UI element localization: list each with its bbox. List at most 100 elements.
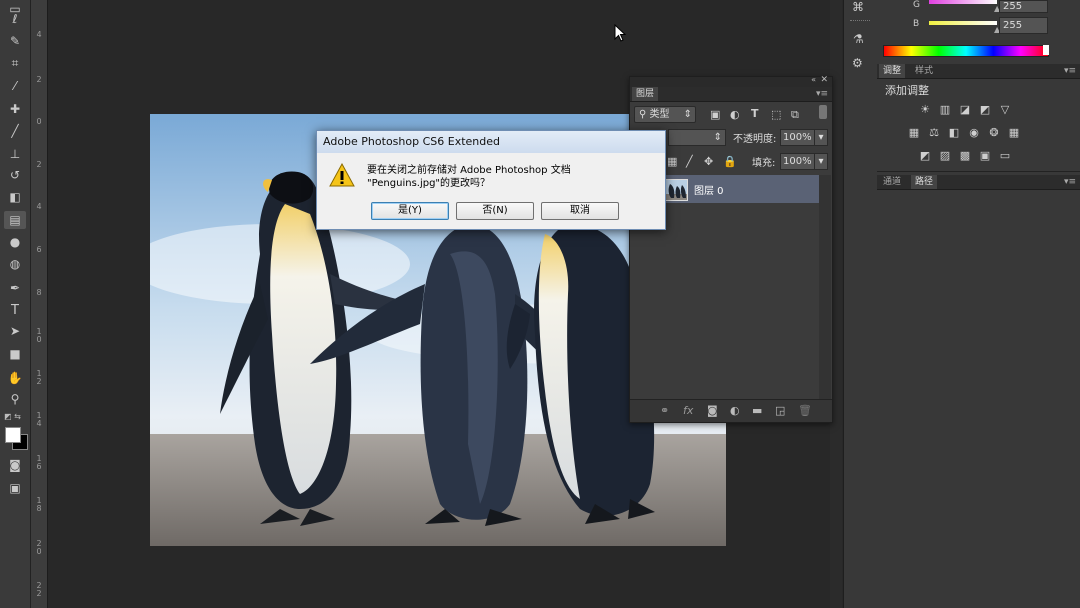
filter-type-icon[interactable]: T xyxy=(751,107,759,120)
ruler-tick: 1 8 xyxy=(36,496,42,513)
filter-toggle[interactable] xyxy=(819,105,827,119)
panel-menu-icon[interactable]: ▾≡ xyxy=(816,87,828,101)
panel-menu-icon[interactable]: ▾≡ xyxy=(1064,175,1076,189)
color-lookup-icon[interactable]: ▦ xyxy=(1007,127,1021,139)
green-slider-track[interactable] xyxy=(929,0,997,4)
white-swatch[interactable] xyxy=(1043,45,1049,55)
gradient-map-icon[interactable]: ▣ xyxy=(978,150,992,162)
shape-icon[interactable]: ■ xyxy=(4,345,26,363)
pen-icon[interactable]: ✒ xyxy=(4,279,26,297)
dialog-title: Adobe Photoshop CS6 Extended xyxy=(317,131,665,153)
ruler-tick: 8 xyxy=(36,288,42,297)
layers-footer: ⚭ fx ◙ ◐ ▬ ◲ 🗑 xyxy=(630,399,832,422)
link-layers-icon[interactable]: ⚭ xyxy=(660,404,669,417)
zoom-icon[interactable]: ⚲ xyxy=(4,390,26,408)
filter-shape-icon[interactable]: ⬚ xyxy=(771,108,781,121)
tools-panel: ▭ ℓ ✎ ⌗ ⁄ ✚ ╱ ⊥ ↺ ◧ ▤ ● ◍ ✒ T ➤ ■ ✋ ⚲ ◩ … xyxy=(0,0,31,608)
opacity-dropdown[interactable]: ▾ xyxy=(814,129,828,146)
tab-styles[interactable]: 样式 xyxy=(911,64,937,78)
selective-color-icon[interactable]: ▭ xyxy=(998,150,1012,162)
gradient-icon[interactable]: ▤ xyxy=(4,211,26,229)
new-layer-icon[interactable]: ◲ xyxy=(775,404,785,417)
path-select-icon[interactable]: ➤ xyxy=(4,322,26,340)
hand-icon[interactable]: ✋ xyxy=(4,369,26,387)
crop-icon[interactable]: ⌗ xyxy=(4,54,26,72)
tab-layers[interactable]: 图层 xyxy=(632,87,659,101)
lock-all-icon[interactable]: 🔒 xyxy=(723,155,737,168)
blend-mode-select[interactable]: ⇕ xyxy=(668,129,726,146)
panel-grip[interactable]: « ✕ xyxy=(630,75,832,87)
fill-dropdown[interactable]: ▾ xyxy=(814,153,828,170)
close-icon[interactable]: ✕ xyxy=(820,75,828,85)
quick-mask-icon[interactable]: ◙ xyxy=(4,456,26,474)
default-colors-icon[interactable]: ◩ ⇆ xyxy=(4,412,21,421)
blue-slider-track[interactable] xyxy=(929,21,997,25)
mouse-cursor-icon xyxy=(614,23,627,45)
black-white-icon[interactable]: ◧ xyxy=(947,127,961,139)
brush-presets-icon[interactable]: ⚗ xyxy=(853,32,864,46)
lasso-icon[interactable]: ℓ xyxy=(4,10,26,28)
hue-saturation-icon[interactable]: ▦ xyxy=(907,127,921,139)
opacity-field[interactable]: 100% xyxy=(780,129,816,146)
foreground-color-swatch[interactable] xyxy=(5,427,21,443)
collapse-icon[interactable]: « xyxy=(811,75,816,84)
brightness-contrast-icon[interactable]: ☀ xyxy=(918,104,932,116)
posterize-icon[interactable]: ▨ xyxy=(938,150,952,162)
layer-name[interactable]: 图层 0 xyxy=(694,182,724,197)
green-value-field[interactable]: 255 xyxy=(999,0,1048,13)
tab-paths[interactable]: 路径 xyxy=(911,175,938,189)
filter-pixel-icon[interactable]: ▣ xyxy=(710,108,720,121)
eraser-icon[interactable]: ◧ xyxy=(4,188,26,206)
lock-image-icon[interactable]: ╱ xyxy=(686,155,693,168)
layers-scrollbar[interactable] xyxy=(819,175,831,399)
brush-icon[interactable]: ╱ xyxy=(4,122,26,140)
lock-transparent-icon[interactable]: ▦ xyxy=(667,155,677,168)
layer-filter-select[interactable]: ⚲ 类型 ⇕ xyxy=(634,106,696,123)
search-icon: ⚲ xyxy=(639,109,650,120)
eyedropper-icon[interactable]: ⁄ xyxy=(4,77,26,95)
fill-field[interactable]: 100% xyxy=(780,153,816,170)
no-button[interactable]: 否(N) xyxy=(456,202,534,220)
history-brush-icon[interactable]: ↺ xyxy=(4,166,26,184)
filter-adjustment-icon[interactable]: ◐ xyxy=(730,108,740,121)
clone-stamp-icon[interactable]: ⊥ xyxy=(4,145,26,163)
type-icon[interactable]: T xyxy=(4,301,26,319)
filter-smart-object-icon[interactable]: ⧉ xyxy=(791,108,799,122)
screen-mode-icon[interactable]: ▣ xyxy=(4,479,26,497)
healing-brush-icon[interactable]: ✚ xyxy=(4,100,26,118)
photo-filter-icon[interactable]: ◉ xyxy=(967,127,981,139)
threshold-icon[interactable]: ▩ xyxy=(958,150,972,162)
dodge-icon[interactable]: ◍ xyxy=(4,255,26,273)
adjustment-layer-icon[interactable]: ◐ xyxy=(730,404,740,417)
ruler-tick: 2 2 xyxy=(36,581,42,598)
exposure-icon[interactable]: ◩ xyxy=(978,104,992,116)
ruler-tick: 2 xyxy=(36,75,42,84)
channel-mixer-icon[interactable]: ❂ xyxy=(987,127,1001,139)
vibrance-icon[interactable]: ▽ xyxy=(998,104,1012,116)
blue-value-field[interactable]: 255 xyxy=(999,17,1048,34)
tab-channels[interactable]: 通道 xyxy=(879,175,905,189)
ruler-tick: 0 xyxy=(36,117,42,126)
blur-icon[interactable]: ● xyxy=(4,233,26,251)
ruler-tick: 2 0 xyxy=(36,539,42,556)
color-balance-icon[interactable]: ⚖ xyxy=(927,127,941,139)
layer-style-icon[interactable]: fx xyxy=(683,404,693,417)
cancel-button[interactable]: 取消 xyxy=(541,202,619,220)
opacity-label: 不透明度: xyxy=(733,134,777,145)
quick-select-icon[interactable]: ✎ xyxy=(4,32,26,50)
tool-presets-icon[interactable]: ⚙ xyxy=(852,56,863,70)
levels-icon[interactable]: ▥ xyxy=(938,104,952,116)
adjustments-heading: 添加调整 xyxy=(885,84,929,97)
add-mask-icon[interactable]: ◙ xyxy=(707,404,718,417)
new-group-icon[interactable]: ▬ xyxy=(752,404,762,417)
color-spectrum-ramp[interactable] xyxy=(883,45,1049,57)
tab-adjustments[interactable]: 调整 xyxy=(879,64,906,78)
panel-menu-icon[interactable]: ▾≡ xyxy=(1064,64,1076,78)
paths-tabbar: 通道 路径 ▾≡ xyxy=(877,175,1080,190)
invert-icon[interactable]: ◩ xyxy=(918,150,932,162)
curves-icon[interactable]: ◪ xyxy=(958,104,972,116)
lock-position-icon[interactable]: ✥ xyxy=(704,155,713,168)
character-panel-icon[interactable]: ⌘ xyxy=(852,0,864,14)
yes-button[interactable]: 是(Y) xyxy=(371,202,449,220)
delete-layer-icon[interactable]: 🗑 xyxy=(798,404,812,417)
